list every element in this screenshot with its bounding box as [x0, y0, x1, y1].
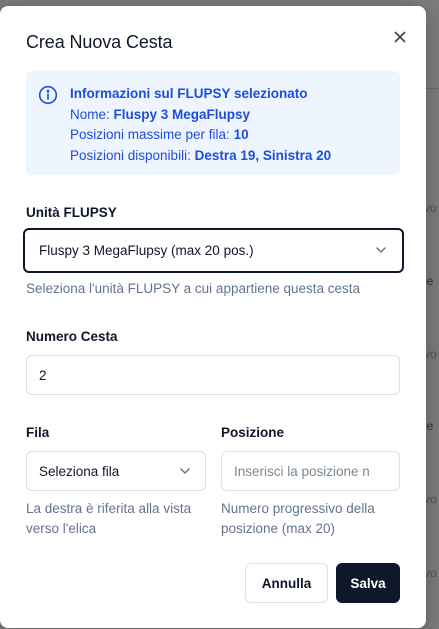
- row-hint-line: verso l'elica: [26, 521, 97, 536]
- position-hint: Numero progressivo della posizione (max …: [221, 499, 375, 539]
- flupsy-unit-selected: Fluspy 3 MegaFlupsy (max 20 pos.): [39, 243, 254, 258]
- background-fragment: le: [424, 274, 434, 288]
- create-basket-dialog: Crea Nuova Cesta Informazioni sul FLUPSY…: [0, 6, 426, 628]
- row-label: Fila: [26, 425, 50, 440]
- close-icon[interactable]: [392, 29, 408, 45]
- row-selected: Seleziona fila: [39, 463, 120, 479]
- background-fragment: vo: [424, 347, 437, 361]
- row-hint-line: La destra è riferita alla vista: [26, 501, 192, 516]
- save-button[interactable]: Salva: [336, 563, 400, 603]
- chevron-down-icon: [374, 243, 388, 257]
- background-fragment: vo: [424, 201, 437, 215]
- position-hint-line: Numero progressivo della: [221, 501, 375, 516]
- background-fragment: vo: [424, 566, 437, 580]
- position-input[interactable]: Inserisci la posizione n: [221, 451, 400, 491]
- row-hint: La destra è riferita alla vista verso l'…: [26, 499, 191, 539]
- info-name-row: Nome: Fluspy 3 MegaFlupsy: [70, 105, 331, 126]
- info-max-row: Posizioni massime per fila: 10: [70, 125, 331, 146]
- info-avail-row: Posizioni disponibili: Destra 19, Sinist…: [70, 146, 331, 167]
- background-fragment: le: [424, 419, 434, 433]
- flupsy-unit-select[interactable]: Fluspy 3 MegaFlupsy (max 20 pos.): [23, 228, 404, 273]
- position-label: Posizione: [221, 425, 285, 440]
- info-icon: [38, 85, 58, 105]
- row-select[interactable]: Seleziona fila: [26, 451, 206, 491]
- basket-number-value: 2: [39, 367, 47, 383]
- info-avail-value: Destra 19, Sinistra 20: [194, 147, 332, 163]
- cancel-button[interactable]: Annulla: [245, 563, 328, 603]
- background-fragment: vo: [424, 492, 437, 506]
- basket-number-label: Numero Cesta: [26, 329, 118, 344]
- flupsy-info-box: Informazioni sul FLUPSY selezionato Nome…: [26, 71, 400, 175]
- info-name-label: Nome:: [70, 106, 110, 122]
- info-text: Informazioni sul FLUPSY selezionato Nome…: [70, 84, 331, 166]
- info-name-value: Fluspy 3 MegaFlupsy: [113, 106, 251, 122]
- position-placeholder: Inserisci la posizione n: [234, 463, 370, 479]
- dialog-title: Crea Nuova Cesta: [26, 32, 173, 52]
- info-max-value: 10: [233, 127, 249, 142]
- flupsy-unit-hint: Seleziona l'unità FLUPSY a cui appartien…: [26, 281, 361, 296]
- info-heading: Informazioni sul FLUPSY selezionato: [70, 86, 308, 101]
- position-hint-line: posizione (max 20): [221, 521, 336, 536]
- basket-number-input[interactable]: 2: [26, 355, 400, 395]
- flupsy-unit-label: Unità FLUPSY: [26, 205, 117, 220]
- chevron-down-icon: [178, 464, 192, 478]
- info-avail-label: Posizioni disponibili:: [70, 147, 191, 163]
- info-max-label: Posizioni massime per fila:: [70, 127, 230, 142]
